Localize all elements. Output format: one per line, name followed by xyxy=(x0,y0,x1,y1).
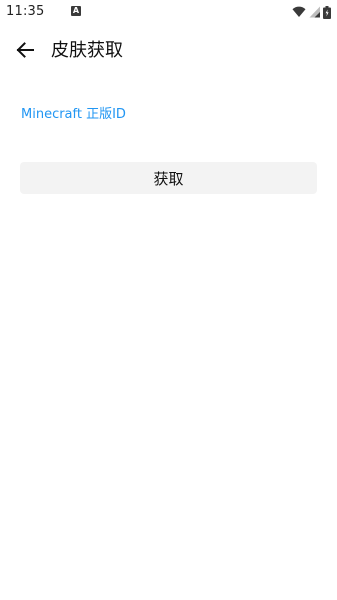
wifi-icon xyxy=(292,6,306,18)
app-bar: 皮肤获取 xyxy=(0,24,337,80)
fetch-button[interactable]: 获取 xyxy=(20,162,317,194)
back-button[interactable] xyxy=(12,39,38,65)
page-title: 皮肤获取 xyxy=(51,40,123,61)
minecraft-id-label: Minecraft 正版ID xyxy=(21,107,126,122)
arrow-left-icon xyxy=(15,40,35,64)
notification-icon: A xyxy=(71,6,81,16)
signal-icon xyxy=(309,6,320,18)
battery-icon xyxy=(323,5,331,19)
status-bar: 11:35 A xyxy=(0,0,337,24)
status-time: 11:35 xyxy=(6,4,45,19)
system-icons xyxy=(292,5,331,19)
